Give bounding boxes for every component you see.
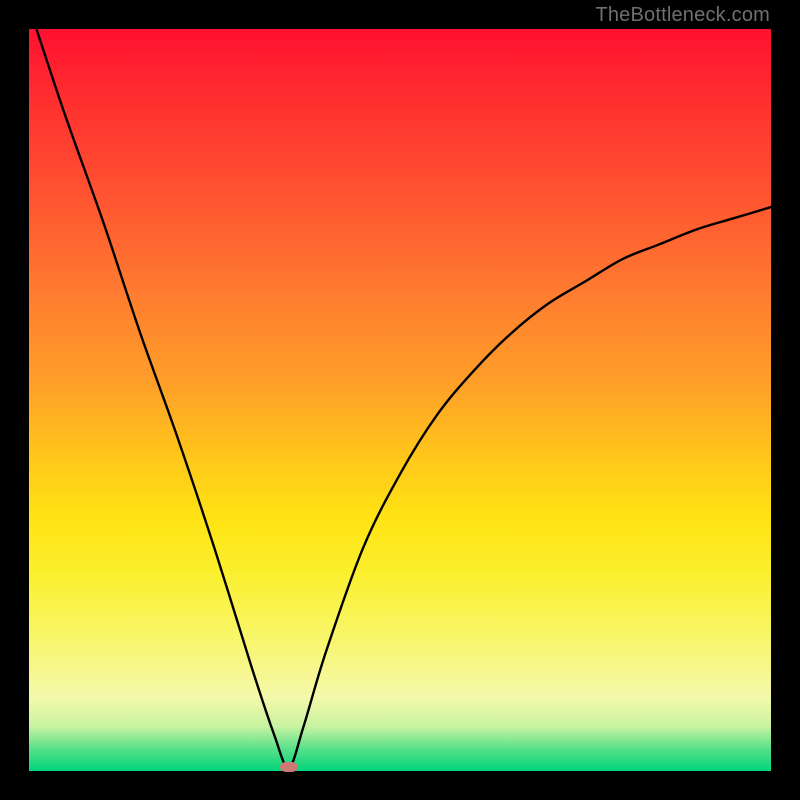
attribution-label: TheBottleneck.com	[595, 4, 770, 27]
bottleneck-curve	[29, 29, 771, 771]
chart-frame: TheBottleneck.com	[0, 0, 800, 800]
optimum-marker	[280, 762, 298, 772]
plot-area	[29, 29, 771, 771]
